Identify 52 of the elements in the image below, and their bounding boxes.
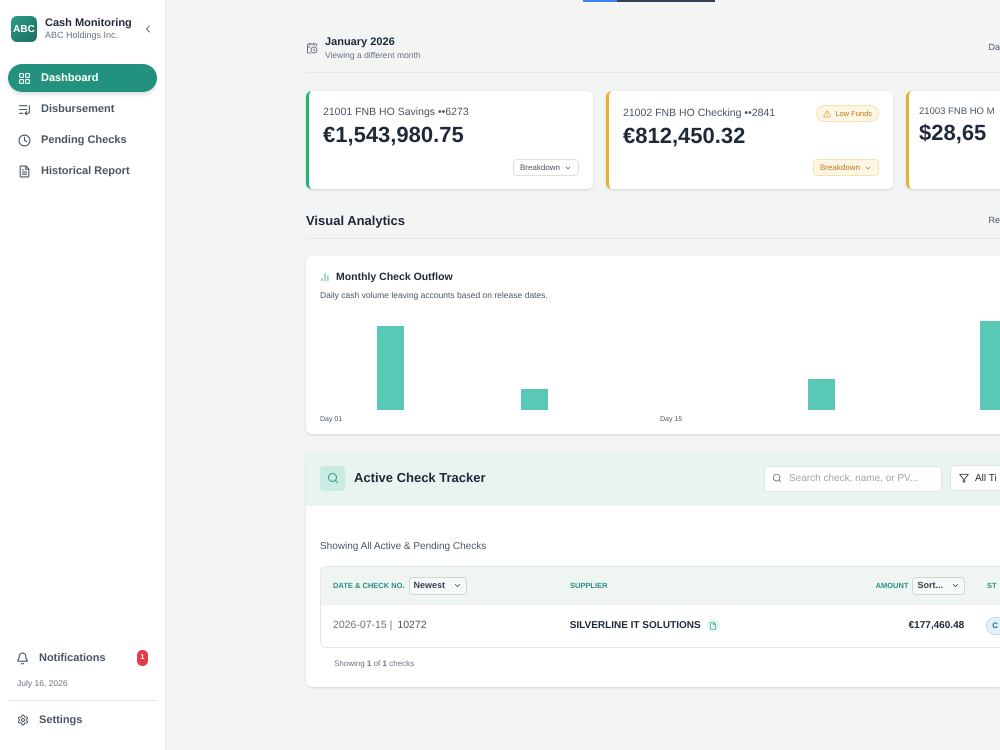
tracker-title: Active Check Tracker <box>354 469 486 488</box>
bell-icon <box>16 652 29 665</box>
nav-item[interactable]: Disbursement <box>8 95 157 123</box>
chart-subtitle: Daily cash volume leaving accounts based on release dates. <box>320 289 549 302</box>
account-balance: €1,543,980.75 <box>323 120 465 148</box>
nav-item[interactable]: Dashboard <box>8 64 157 92</box>
account-name: 21003 FNB HO M <box>919 105 994 119</box>
table-footer: Showing 1 of 1 checks <box>306 658 1000 670</box>
clock-icon <box>18 134 31 146</box>
filter-icon <box>959 473 969 483</box>
table-caption: Showing All Active & Pending Checks <box>319 540 488 554</box>
supplier-name: SILVERLINE IT SOLUTIONS <box>570 619 701 633</box>
section-right-text: Re <box>988 214 1000 227</box>
section-title: Visual Analytics <box>306 212 405 230</box>
document-icon[interactable] <box>706 619 720 632</box>
sort-select[interactable]: Sort... <box>912 576 965 594</box>
chart-bar <box>521 389 548 410</box>
company-name: ABC Holdings Inc. <box>45 30 120 42</box>
breakdown-button[interactable]: Breakdown <box>512 159 579 176</box>
search-icon <box>320 466 345 490</box>
sort-select[interactable]: Newest <box>408 576 468 594</box>
month-subtitle: Viewing a different month <box>325 50 421 60</box>
account-name: 21001 FNB HO Savings ••6273 <box>323 105 469 120</box>
settings-icon <box>17 714 29 726</box>
filter-button[interactable]: All Ti <box>950 465 1000 491</box>
chart-icon <box>320 272 330 282</box>
nav-item[interactable]: Pending Checks <box>8 126 157 154</box>
account-balance: €812,450.32 <box>623 122 746 150</box>
current-date: July 16, 2026 <box>16 677 69 690</box>
search-field[interactable]: Search check, name, or PV... <box>764 466 942 492</box>
caret-icon <box>951 581 960 590</box>
caret-icon <box>453 581 462 590</box>
list-arrow-icon <box>18 102 31 116</box>
account-balance: $28,65 <box>919 119 988 147</box>
document-icon <box>18 164 31 178</box>
warning-icon <box>823 110 832 118</box>
search-icon <box>772 473 782 483</box>
chart-bar <box>808 379 835 410</box>
chart-title: Monthly Check Outflow <box>336 270 453 284</box>
nav-item[interactable]: Historical Report <box>8 157 157 185</box>
amount-cell-text: €177,460.48 <box>908 619 964 633</box>
header-right-text: Da <box>988 41 1000 54</box>
grid-icon <box>18 72 31 84</box>
month-title: January 2026 <box>325 36 396 50</box>
settings-item[interactable]: Settings <box>8 706 157 734</box>
check-number: 10272 <box>397 618 427 633</box>
logo-icon: ABC <box>11 16 37 42</box>
calendar-icon <box>306 42 318 54</box>
status-badge: C <box>986 616 1000 634</box>
app-name: Cash Monitoring <box>45 16 132 30</box>
check-date: 2026-07-15 | <box>333 618 392 633</box>
account-name: 21002 FNB HO Checking ••2841 <box>623 106 776 121</box>
